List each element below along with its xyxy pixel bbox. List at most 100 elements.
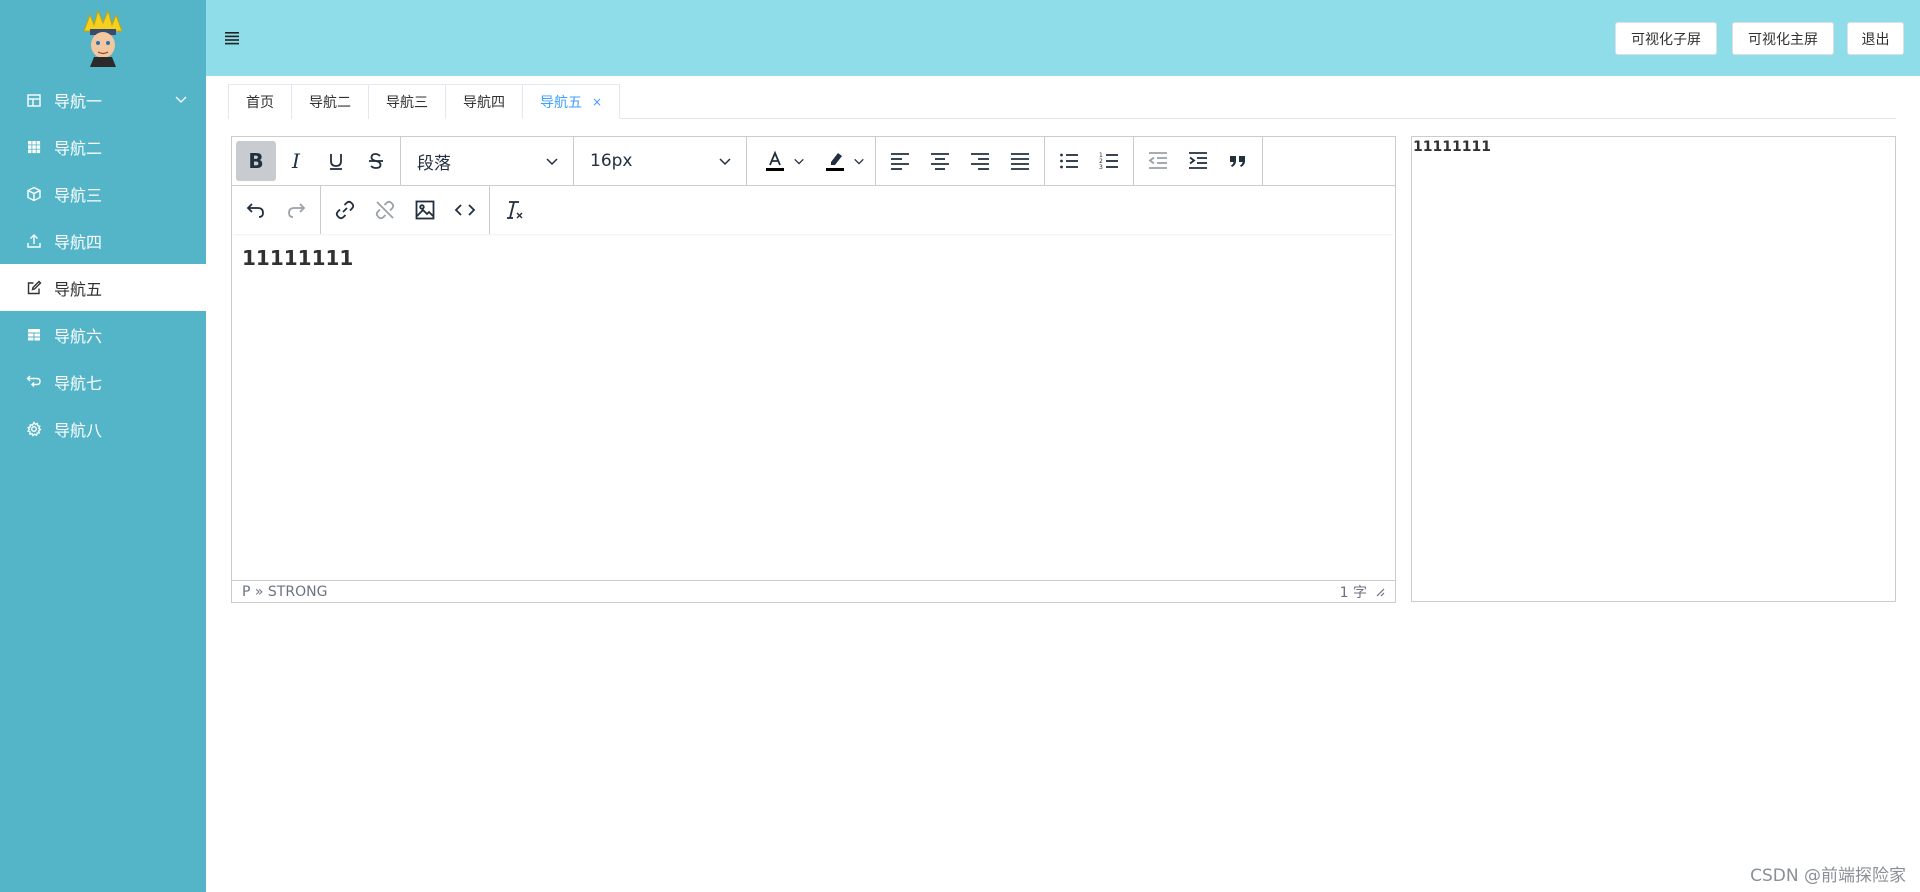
color-group	[747, 137, 876, 185]
editor-text: 11111111	[242, 246, 354, 270]
logout-button[interactable]: 退出	[1847, 22, 1904, 55]
sidebar-item-nav2[interactable]: 导航二	[0, 123, 206, 170]
tab-nav4[interactable]: 导航四	[445, 84, 523, 119]
insert-image-button[interactable]	[405, 190, 445, 230]
visual-main-screen-button[interactable]: 可视化主屏	[1732, 22, 1834, 55]
tab-home[interactable]: 首页	[228, 84, 292, 119]
sidebar-item-label: 导航五	[54, 279, 103, 299]
edit-icon	[26, 280, 42, 296]
sidebar-item-label: 导航七	[54, 373, 103, 393]
outdent-icon	[1148, 152, 1167, 169]
chevron-down-icon	[546, 158, 558, 166]
top-header: 可视化子屏 可视化主屏 退出	[206, 0, 1920, 76]
sidebar-item-label: 导航三	[54, 185, 103, 205]
text-color-icon	[766, 150, 784, 171]
avatar-icon	[83, 9, 123, 67]
visual-sub-screen-button[interactable]: 可视化子屏	[1615, 22, 1717, 55]
resize-handle-icon[interactable]	[1375, 587, 1385, 597]
editor-toolbar-row-1: B I 段落 16px 1 2 3	[232, 137, 1395, 186]
tab-label: 导航三	[386, 95, 428, 111]
sidebar-item-nav7[interactable]: 导航七	[0, 358, 206, 405]
text-color-button[interactable]	[751, 141, 811, 181]
grid-icon	[26, 139, 42, 155]
bullet-list-button[interactable]	[1049, 141, 1089, 181]
tab-nav3[interactable]: 导航三	[368, 84, 446, 119]
refresh-icon	[26, 374, 42, 390]
link-icon	[335, 200, 355, 220]
chevron-down-icon[interactable]	[174, 92, 188, 106]
sidebar-item-nav6[interactable]: 导航六	[0, 311, 206, 358]
word-count: 1 字	[1339, 584, 1367, 601]
editor-toolbar-row-2	[232, 186, 1395, 234]
sidebar-item-nav5[interactable]: 导航五	[0, 264, 206, 311]
editor-statusbar: P » STRONG 1 字	[232, 580, 1395, 602]
highlight-icon	[826, 153, 844, 171]
sidebar-item-label: 导航二	[54, 138, 103, 158]
preview-text: 11111111	[1413, 139, 1491, 155]
tab-label: 导航四	[463, 95, 505, 111]
block-format-select[interactable]: 段落	[401, 137, 574, 185]
bold-button[interactable]: B	[236, 141, 276, 181]
gear-icon	[26, 420, 42, 437]
underline-button[interactable]	[316, 141, 356, 181]
tab-label: 首页	[246, 95, 274, 111]
highlight-color-button[interactable]	[811, 141, 871, 181]
block-format-value: 段落	[417, 153, 451, 174]
bullet-list-icon	[1060, 153, 1078, 169]
source-code-button[interactable]	[445, 190, 485, 230]
sidebar-item-nav1[interactable]: 导航一	[0, 76, 206, 123]
sidebar-item-nav8[interactable]: 导航八	[0, 405, 206, 452]
align-left-button[interactable]	[880, 141, 920, 181]
bold-icon: B	[248, 149, 264, 173]
blockquote-button[interactable]	[1218, 141, 1258, 181]
strikethrough-button[interactable]	[356, 141, 396, 181]
sidebar-item-nav3[interactable]: 导航三	[0, 170, 206, 217]
chevron-down-icon[interactable]	[793, 155, 805, 167]
align-group	[876, 137, 1045, 185]
sidebar-item-label: 导航八	[54, 420, 103, 440]
box-icon	[26, 186, 42, 202]
numbered-list-button[interactable]: 123	[1089, 141, 1129, 181]
align-right-icon	[971, 153, 989, 170]
quote-icon	[1230, 156, 1245, 167]
sidebar-item-nav4[interactable]: 导航四	[0, 217, 206, 264]
tab-nav2[interactable]: 导航二	[291, 84, 369, 119]
unlink-button[interactable]	[365, 190, 405, 230]
image-icon	[415, 200, 435, 220]
menu-toggle-icon[interactable]	[224, 31, 240, 45]
editor-content-area[interactable]: 11111111	[232, 234, 1395, 579]
indent-icon	[1189, 152, 1207, 169]
rich-text-editor: B I 段落 16px 1 2 3 11111111 P » STRONG 1 …	[231, 136, 1396, 603]
clear-formatting-button[interactable]	[494, 190, 534, 230]
outdent-button[interactable]	[1138, 141, 1178, 181]
redo-icon	[288, 203, 306, 218]
svg-text:3: 3	[1099, 164, 1103, 171]
element-path: P » STRONG	[242, 583, 328, 600]
undo-icon	[246, 203, 264, 218]
sidebar-menu: 导航一 导航二 导航三 导航四 导航五 导航六 导航七 导航八	[0, 76, 206, 452]
close-icon[interactable]: ×	[592, 95, 602, 109]
tab-label: 导航五	[540, 94, 582, 111]
font-size-select[interactable]: 16px	[574, 137, 747, 185]
align-center-button[interactable]	[920, 141, 960, 181]
history-group	[232, 186, 321, 234]
italic-icon: I	[292, 149, 300, 173]
sidebar-item-label: 导航一	[54, 91, 103, 111]
insert-link-button[interactable]	[325, 190, 365, 230]
calendar-icon	[26, 92, 42, 108]
tab-bar: 首页 导航二 导航三 导航四 导航五 ×	[228, 84, 1896, 119]
tab-nav5[interactable]: 导航五 ×	[522, 84, 621, 119]
indent-button[interactable]	[1178, 141, 1218, 181]
sidebar-item-label: 导航六	[54, 326, 103, 346]
upload-icon	[26, 233, 42, 249]
chevron-down-icon[interactable]	[853, 155, 865, 167]
align-center-icon	[931, 153, 949, 170]
logo	[0, 0, 206, 76]
undo-button[interactable]	[236, 190, 276, 230]
redo-button[interactable]	[276, 190, 316, 230]
align-left-icon	[891, 153, 909, 170]
align-right-button[interactable]	[960, 141, 1000, 181]
align-justify-button[interactable]	[1000, 141, 1040, 181]
italic-button[interactable]: I	[276, 141, 316, 181]
insert-group	[321, 186, 490, 234]
